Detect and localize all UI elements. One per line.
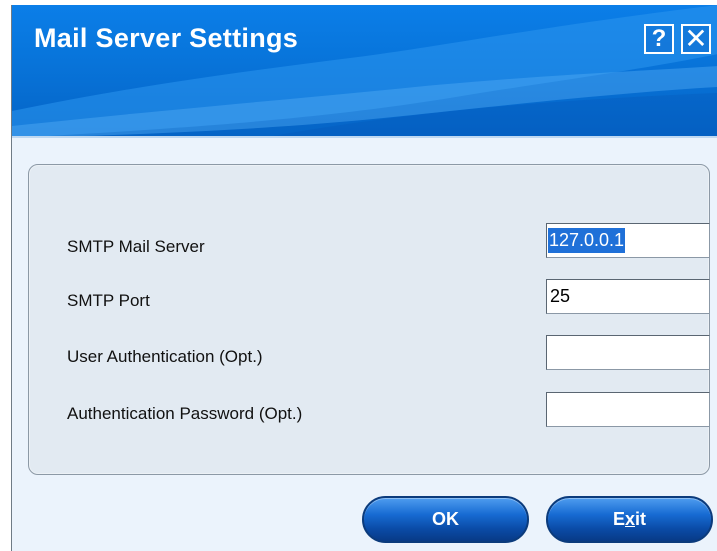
smtp-mail-server-selected-text: 127.0.0.1 — [548, 228, 626, 253]
user-authentication-label: User Authentication (Opt.) — [67, 347, 263, 366]
close-icon: ✕ — [684, 23, 708, 54]
smtp-mail-server-label: SMTP Mail Server — [67, 237, 205, 256]
user-authentication-input[interactable] — [546, 335, 710, 370]
ok-button[interactable]: OK — [362, 496, 529, 543]
exit-button-mnemonic: x — [625, 509, 636, 529]
authentication-password-input[interactable] — [546, 392, 710, 427]
dialog-title: Mail Server Settings — [34, 23, 299, 53]
close-button[interactable]: ✕ — [681, 24, 711, 54]
exit-button-label-suffix: it — [635, 509, 647, 529]
help-button[interactable]: ? — [644, 24, 674, 54]
exit-button[interactable]: Exit — [546, 496, 713, 543]
authentication-password-label: Authentication Password (Opt.) — [67, 404, 303, 423]
dialog-body: SMTP Mail Server 127.0.0.1 SMTP Port Use… — [12, 138, 717, 551]
help-icon: ? — [651, 25, 667, 52]
dialog-title-bar: Mail Server Settings ? ✕ — [12, 5, 717, 138]
smtp-port-label: SMTP Port — [67, 291, 150, 310]
mail-settings-group: SMTP Mail Server 127.0.0.1 SMTP Port Use… — [28, 164, 710, 475]
exit-button-label-prefix: E — [612, 509, 625, 529]
smtp-port-input[interactable] — [546, 279, 710, 314]
mail-server-settings-dialog: Mail Server Settings ? ✕ SMTP Mail Serve… — [11, 5, 717, 551]
